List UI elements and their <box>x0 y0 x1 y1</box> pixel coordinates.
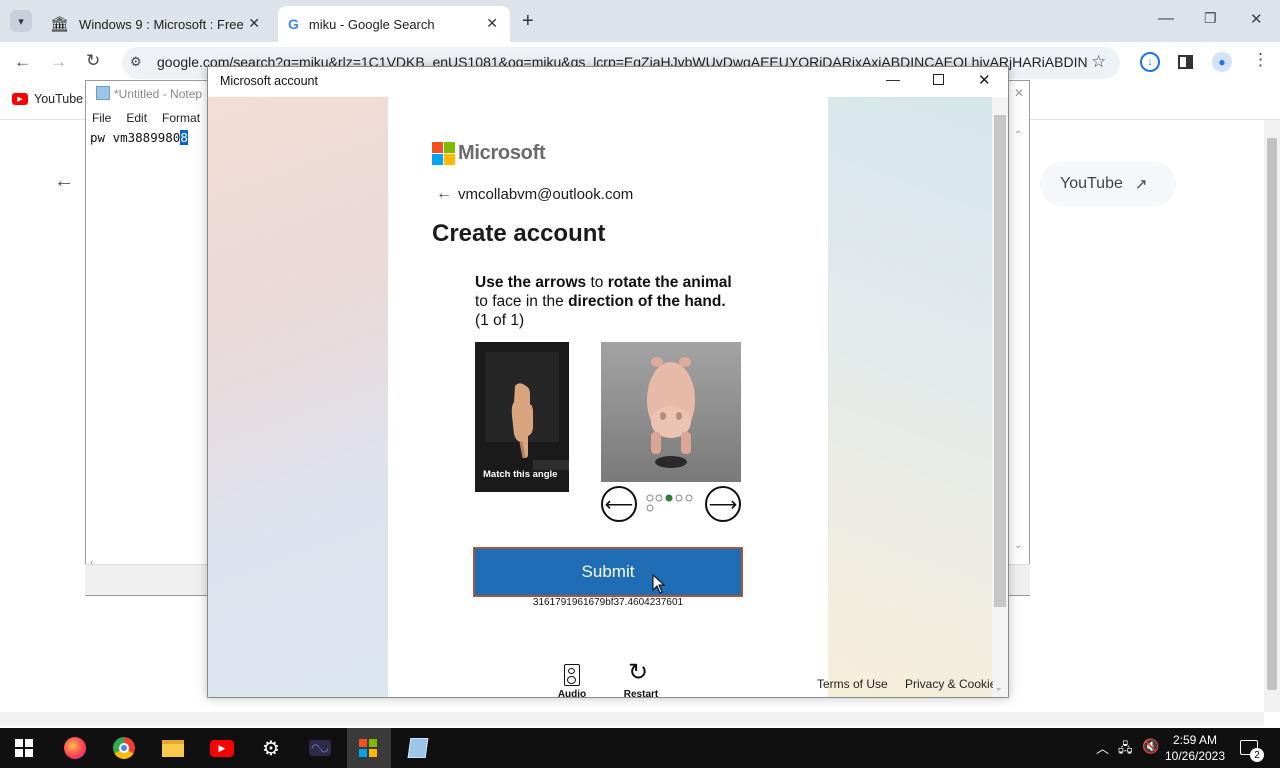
tab-windows9[interactable]: 🏛 Windows 9 : Microsoft : Free D ✕ <box>40 6 272 42</box>
dialog-scrollbar-thumb[interactable] <box>994 115 1006 607</box>
rotate-left-button[interactable]: ⟵ <box>601 486 637 522</box>
notepad-title-text: *Untitled - Notep <box>114 87 203 101</box>
dialog-scroll-down-icon[interactable]: ⌄ <box>995 682 1003 693</box>
chrome-icon[interactable] <box>109 734 139 762</box>
archive-icon: 🏛 <box>50 16 70 33</box>
arrow-left-icon: ⟵ <box>604 493 634 516</box>
restore-icon[interactable]: ❐ <box>1204 10 1217 27</box>
notepad-text-area[interactable]: pw vm38899808 <box>90 130 188 145</box>
side-panel-icon[interactable] <box>1178 55 1193 69</box>
taskbar-clock[interactable]: 2:59 AM 10/26/2023 <box>1160 732 1230 764</box>
bookmark-star-icon[interactable]: ☆ <box>1091 52 1106 72</box>
scroll-left-icon[interactable]: ‹ <box>90 557 93 568</box>
captcha-instruction: Use the arrows to rotate the animal to f… <box>475 273 755 330</box>
restart-icon[interactable]: ↻ <box>628 660 648 686</box>
notepad-title: *Untitled - Notep <box>96 86 202 101</box>
restart-label[interactable]: Restart <box>618 689 664 700</box>
media-app-icon[interactable]: ◠◡ <box>305 734 335 762</box>
youtube-icon: ▶ <box>12 93 28 105</box>
settings-icon[interactable]: ⚙ <box>256 734 286 762</box>
right-background-panel <box>828 97 992 697</box>
instruction-part: to <box>586 274 608 291</box>
dialog-maximize-icon[interactable] <box>933 74 944 85</box>
volume-muted-icon[interactable]: 🔇 <box>1142 738 1159 755</box>
microsoft-store-icon[interactable] <box>359 739 377 757</box>
windows-taskbar <box>0 728 1280 768</box>
submit-button[interactable]: Submit <box>473 547 743 597</box>
menu-file[interactable]: File <box>92 111 111 125</box>
notepad-close-icon[interactable]: ✕ <box>1014 86 1024 100</box>
mouse-cursor-icon <box>652 573 666 599</box>
instruction-part: direction of the hand. <box>568 293 726 310</box>
google-icon: G <box>288 16 299 32</box>
menu-edit[interactable]: Edit <box>126 111 147 125</box>
back-arrow-icon[interactable]: ← <box>436 185 452 203</box>
left-background-panel <box>208 97 388 697</box>
back-icon[interactable]: ← <box>14 52 31 72</box>
notepad-text: pw vm3889980 <box>90 130 181 145</box>
tab-title: miku - Google Search <box>308 16 435 32</box>
audio-label[interactable]: Audio <box>552 689 592 700</box>
dialog-close-icon[interactable]: ✕ <box>978 71 991 89</box>
instruction-part: Use the arrows <box>475 274 587 291</box>
bookmark-youtube[interactable]: YouTube <box>34 92 83 106</box>
profile-avatar[interactable]: ● <box>1212 52 1232 72</box>
dialog-minimize-icon[interactable]: — <box>886 71 900 87</box>
menu-format[interactable]: Format <box>162 111 200 125</box>
notepad-app-icon[interactable] <box>403 734 433 762</box>
rotation-step-indicator <box>646 494 694 514</box>
submit-label: Submit <box>581 562 635 581</box>
forward-icon[interactable]: → <box>50 52 67 72</box>
menu-kebab-icon[interactable]: ⋮ <box>1252 50 1269 70</box>
reload-icon[interactable]: ↻ <box>86 51 100 71</box>
match-angle-label: Match this angle <box>483 469 558 480</box>
youtube-chip[interactable]: YouTube ↗ <box>1040 162 1176 206</box>
youtube-chip-label: YouTube <box>1060 175 1123 192</box>
close-tab-icon[interactable]: ✕ <box>248 15 260 32</box>
notepad-menubar: File Edit Format <box>92 111 200 125</box>
youtube-app-icon[interactable]: ▶ <box>207 734 237 762</box>
session-token: 3161791961679bf37.4604237601 <box>532 597 684 608</box>
tray-chevron-icon[interactable]: ︿ <box>1096 738 1109 757</box>
page-horizontal-scrollbar[interactable] <box>0 712 1264 726</box>
clock-time: 2:59 AM <box>1172 733 1218 747</box>
start-icon[interactable] <box>15 739 33 757</box>
privacy-link[interactable]: Privacy & Cookies <box>905 677 993 691</box>
back-arrow-icon[interactable]: ← <box>54 170 74 193</box>
instruction-part: rotate the animal <box>607 274 732 291</box>
firefox-icon[interactable] <box>60 734 90 762</box>
notepad-scroll-up-icon[interactable]: ⌃ <box>1014 130 1022 141</box>
hippo-icon <box>601 342 741 482</box>
site-info-icon[interactable]: ⚙ <box>130 54 142 70</box>
notification-badge: 2 <box>1250 748 1264 762</box>
tab-search-button[interactable]: ▾ <box>10 10 32 32</box>
tab-google-search[interactable]: G miku - Google Search ✕ <box>278 6 510 42</box>
minimize-icon[interactable]: — <box>1158 10 1174 28</box>
notepad-icon <box>96 86 110 100</box>
close-tab-icon[interactable]: ✕ <box>486 15 498 32</box>
file-explorer-icon[interactable] <box>158 734 188 762</box>
instruction-part: to face in the <box>475 293 569 310</box>
terms-link[interactable]: Terms of Use <box>817 677 888 691</box>
rotating-animal-image <box>601 342 741 482</box>
close-window-icon[interactable]: ✕ <box>1250 10 1263 28</box>
network-icon[interactable]: 🖧 <box>1118 739 1133 761</box>
microsoft-wordmark: Microsoft <box>458 142 546 164</box>
instruction-progress: (1 of 1) <box>475 312 525 329</box>
download-icon[interactable]: ↓ <box>1140 52 1160 72</box>
rotate-right-button[interactable]: ⟶ <box>705 486 741 522</box>
dialog-title: Microsoft account <box>220 74 318 88</box>
microsoft-logo-icon <box>432 142 455 165</box>
account-email: vmcollabvm@outlook.com <box>458 186 634 203</box>
notepad-selected-text: 8 <box>180 130 188 145</box>
audio-icon[interactable] <box>564 664 580 686</box>
arrow-right-icon: ⟶ <box>708 493 738 516</box>
tab-title: Windows 9 : Microsoft : Free D <box>79 16 248 32</box>
notepad-scroll-down-icon[interactable]: ⌄ <box>1014 540 1022 551</box>
new-tab-button[interactable]: + <box>522 10 534 33</box>
page-scrollbar-thumb[interactable] <box>1267 138 1277 690</box>
page-heading: Create account <box>432 220 606 247</box>
external-link-icon: ↗ <box>1134 176 1148 193</box>
clock-date: 10/26/2023 <box>1164 749 1226 763</box>
